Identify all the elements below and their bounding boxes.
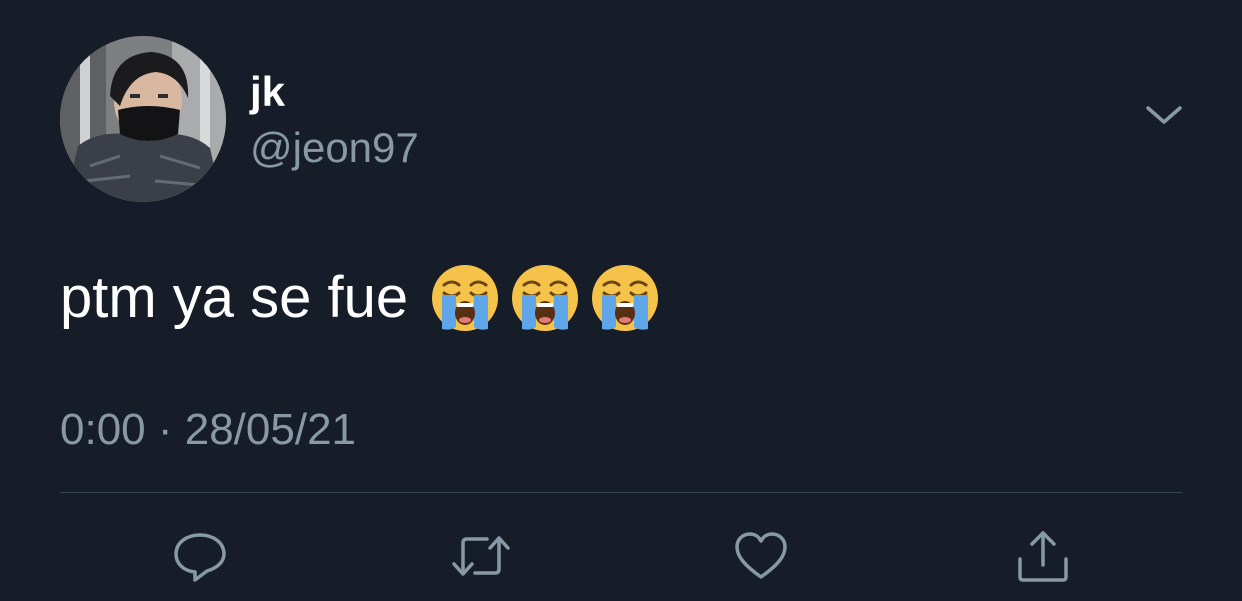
tweet-card: jk @jeon97 ptm ya se fue 0:00 · 28/05/21: [0, 0, 1242, 601]
loudly-crying-face-icon: [430, 263, 500, 333]
loudly-crying-face-icon: [510, 263, 580, 333]
display-name[interactable]: jk: [250, 68, 285, 116]
share-icon: [1014, 527, 1072, 590]
loudly-crying-face-icon: [590, 263, 660, 333]
emoji-group: [430, 263, 660, 333]
chevron-down-icon: [1144, 104, 1184, 133]
avatar[interactable]: [60, 36, 226, 202]
tweet-timestamp[interactable]: 0:00 · 28/05/21: [60, 404, 356, 456]
user-handle[interactable]: @jeon97: [250, 124, 419, 172]
retweet-button[interactable]: [449, 526, 513, 590]
more-options-button[interactable]: [1136, 96, 1192, 140]
retweet-icon: [449, 527, 513, 590]
reply-icon: [171, 527, 229, 590]
divider: [60, 492, 1182, 493]
share-button[interactable]: [1011, 526, 1075, 590]
like-button[interactable]: [729, 526, 793, 590]
tweet-text: ptm ya se fue: [60, 265, 409, 330]
reply-button[interactable]: [168, 526, 232, 590]
tweet-body: ptm ya se fue: [60, 258, 660, 338]
heart-icon: [732, 527, 790, 590]
